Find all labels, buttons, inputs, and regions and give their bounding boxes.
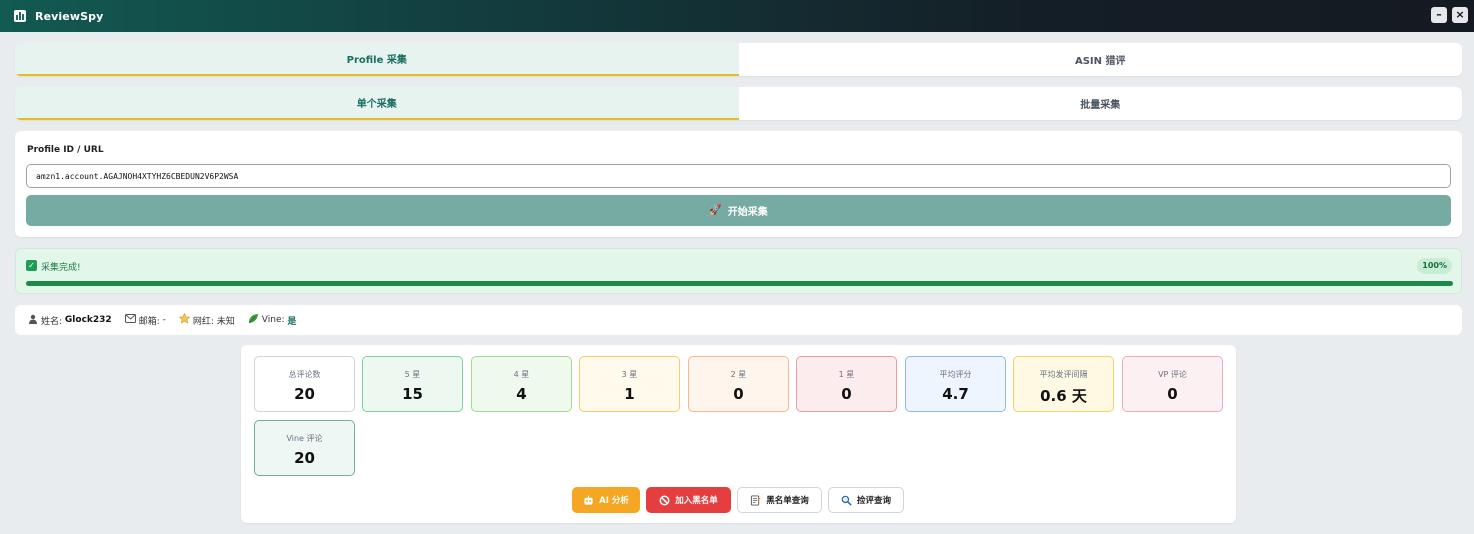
profile-id-label: Profile ID / URL <box>27 145 104 155</box>
start-collect-label: 开始采集 <box>727 207 768 218</box>
stat-average-rating: 平均评分 4.7 <box>905 356 1006 412</box>
profile-id-input[interactable] <box>26 164 1451 188</box>
stat-3-star: 3 星 1 <box>579 356 680 412</box>
start-collect-button[interactable]: 🚀 开始采集 <box>26 195 1451 226</box>
main-tab-bar: Profile 采集 ASIN 猎评 <box>15 43 1462 76</box>
tab-asin-hunt[interactable]: ASIN 猎评 <box>739 43 1463 76</box>
ai-analysis-label: AI 分析 <box>599 496 629 506</box>
window-controls: – × <box>1431 7 1468 23</box>
stat-value: 1 <box>624 385 635 403</box>
name-label: 姓名: <box>41 316 63 327</box>
title-bar: ReviewSpy – × <box>0 0 1474 32</box>
tab-profile-collect[interactable]: Profile 采集 <box>15 43 739 76</box>
email-info: 邮箱: - <box>124 314 166 327</box>
stat-average-interval: 平均发评间隔 0.6 天 <box>1013 356 1114 412</box>
person-icon <box>28 314 38 327</box>
stat-vine-reviews: Vine 评论 20 <box>254 420 355 476</box>
chart-icon <box>14 10 26 22</box>
envelope-icon <box>124 314 136 326</box>
stat-label: 平均发评间隔 <box>1039 370 1088 379</box>
stat-label: 4 星 <box>513 370 530 379</box>
robot-icon <box>584 495 593 505</box>
status-text: 采集完成! <box>41 263 81 273</box>
blacklist-query-label: 黑名单查询 <box>766 496 809 506</box>
stat-1-star: 1 星 0 <box>796 356 897 412</box>
stat-value: 4.7 <box>942 385 969 403</box>
stat-label: Vine 评论 <box>286 434 323 443</box>
picked-review-query-label: 捡评查询 <box>856 496 891 506</box>
check-icon: ✓ <box>26 260 37 271</box>
ai-analysis-button[interactable]: AI 分析 <box>572 487 640 513</box>
influencer-label: 网红: <box>192 316 214 327</box>
stat-value: 0.6 天 <box>1040 387 1087 405</box>
stat-label: VP 评论 <box>1158 370 1187 379</box>
percent-badge: 100% <box>1417 258 1452 274</box>
stat-vp-reviews: VP 评论 0 <box>1122 356 1223 412</box>
sub-tab-bar: 单个采集 批量采集 <box>15 87 1462 120</box>
stat-label: 5 星 <box>404 370 421 379</box>
profile-info-bar: 姓名: Glock232 邮箱: - 网红: 未知 Vine: 是 <box>15 305 1462 335</box>
stat-label: 2 星 <box>730 370 747 379</box>
star-icon <box>178 312 190 327</box>
picked-review-query-button[interactable]: 捡评查询 <box>828 487 904 513</box>
block-icon <box>659 495 670 505</box>
stats-panel: 总评论数 20 5 星 15 4 星 4 3 星 1 2 星 0 1 星 0 平… <box>241 345 1236 523</box>
add-blacklist-button[interactable]: 加入黑名单 <box>646 487 731 513</box>
progress-card: ✓ 采集完成! 100% <box>15 248 1462 294</box>
stat-label: 1 星 <box>838 370 855 379</box>
stat-5-star: 5 星 15 <box>362 356 463 412</box>
magnifier-icon <box>841 495 852 506</box>
stat-value: 20 <box>294 449 315 467</box>
email-label: 邮箱: <box>138 316 160 327</box>
tab-batch-collect[interactable]: 批量采集 <box>739 87 1463 120</box>
memo-icon <box>751 494 761 506</box>
tab-single-collect[interactable]: 单个采集 <box>15 87 739 120</box>
influencer-value: 未知 <box>216 316 235 327</box>
vine-label: Vine: <box>261 315 285 325</box>
add-blacklist-label: 加入黑名单 <box>675 496 718 506</box>
leaf-icon <box>248 313 259 327</box>
vine-value: 是 <box>287 316 297 327</box>
stat-value: 4 <box>516 385 527 403</box>
stat-value: 20 <box>294 385 315 403</box>
stat-2-star: 2 星 0 <box>688 356 789 412</box>
name-info: 姓名: Glock232 <box>28 314 112 327</box>
stat-label: 3 星 <box>621 370 638 379</box>
email-value: - <box>162 315 166 325</box>
stat-label: 总评论数 <box>288 370 321 379</box>
stat-4-star: 4 星 4 <box>471 356 572 412</box>
rocket-icon: 🚀 <box>709 205 722 216</box>
input-card: Profile ID / URL 🚀 开始采集 <box>15 131 1462 237</box>
stat-value: 0 <box>841 385 852 403</box>
blacklist-query-button[interactable]: 黑名单查询 <box>737 487 822 513</box>
vine-info: Vine: 是 <box>248 313 297 327</box>
close-button[interactable]: × <box>1452 7 1468 23</box>
stat-label: 平均评分 <box>939 370 972 379</box>
stat-total-reviews: 总评论数 20 <box>254 356 355 412</box>
progress-track <box>26 281 1453 286</box>
stat-value: 0 <box>1167 385 1178 403</box>
minimize-button[interactable]: – <box>1431 7 1447 23</box>
app-title: ReviewSpy <box>35 9 104 23</box>
influencer-info: 网红: 未知 <box>178 312 235 327</box>
stat-value: 0 <box>733 385 744 403</box>
name-value: Glock232 <box>64 315 112 325</box>
stat-value: 15 <box>402 385 423 403</box>
progress-fill <box>26 281 1453 286</box>
